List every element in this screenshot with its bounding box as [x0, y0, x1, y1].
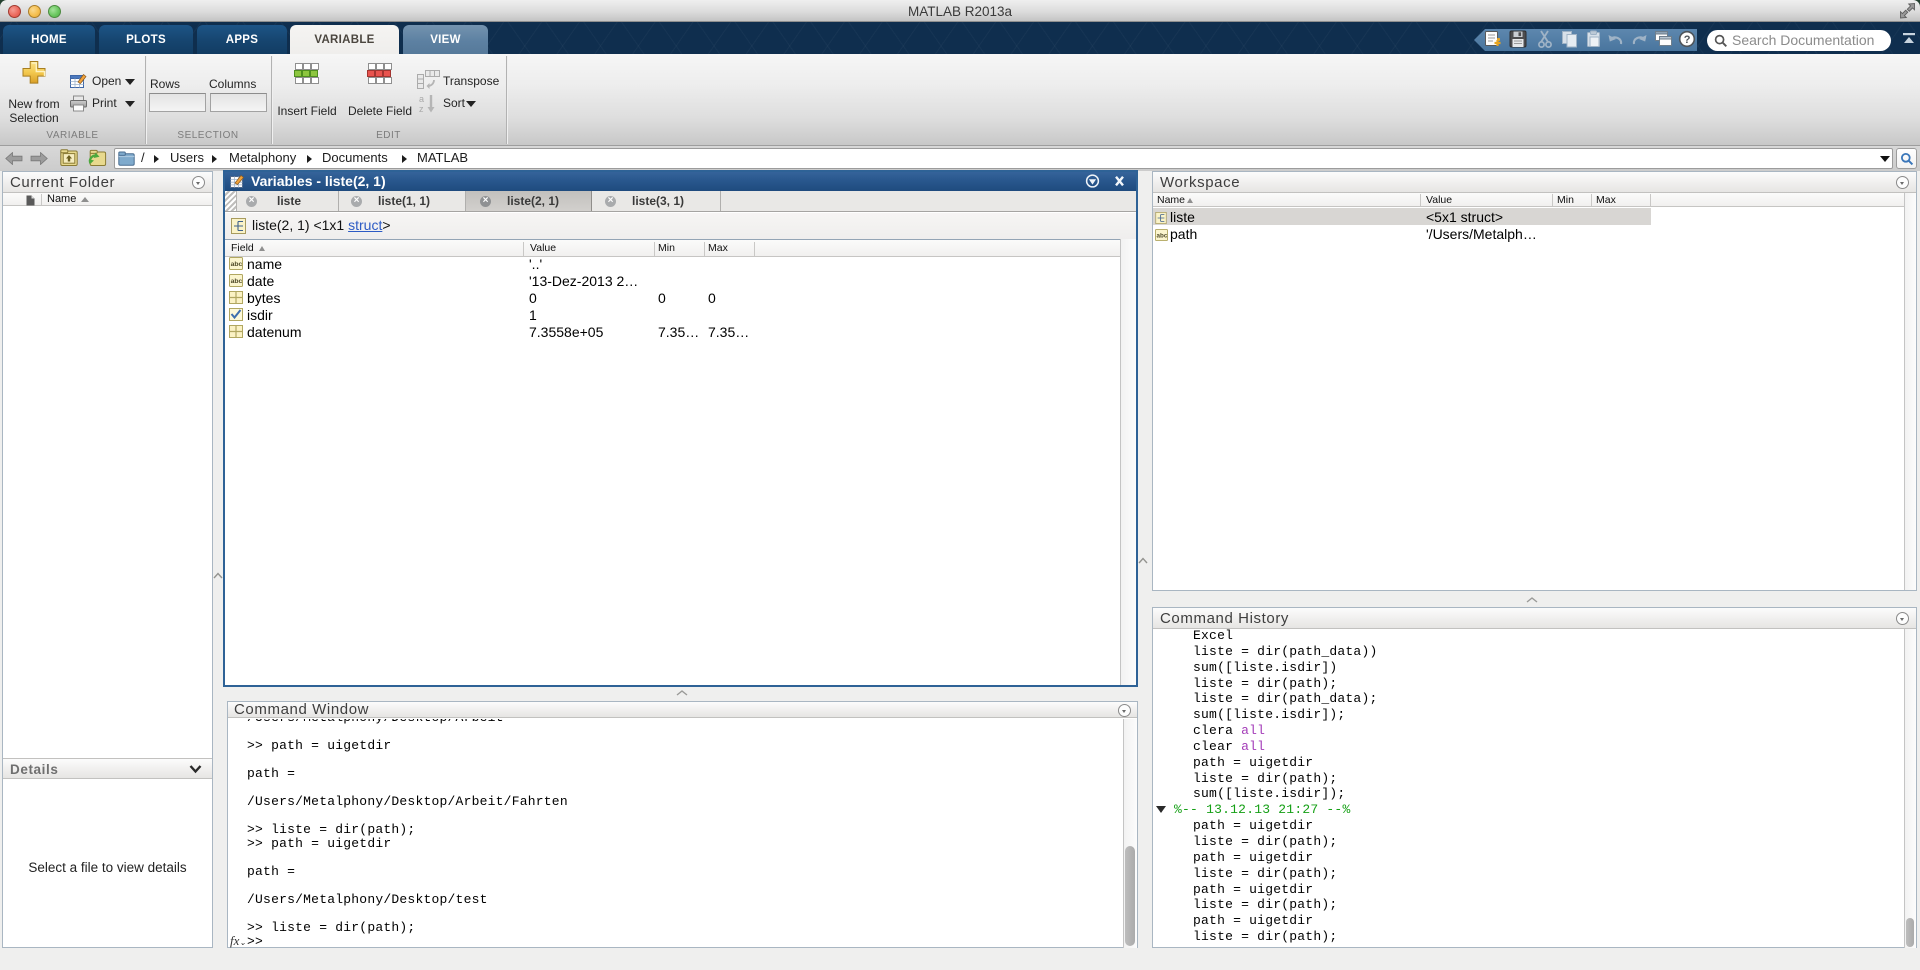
- svg-text:a: a: [419, 94, 424, 104]
- svg-text:z: z: [419, 104, 424, 114]
- svg-text:?: ?: [1684, 34, 1691, 46]
- svg-text:abc: abc: [231, 278, 243, 285]
- svg-text:abc: abc: [231, 261, 243, 268]
- svg-text:abc: abc: [1157, 232, 1168, 239]
